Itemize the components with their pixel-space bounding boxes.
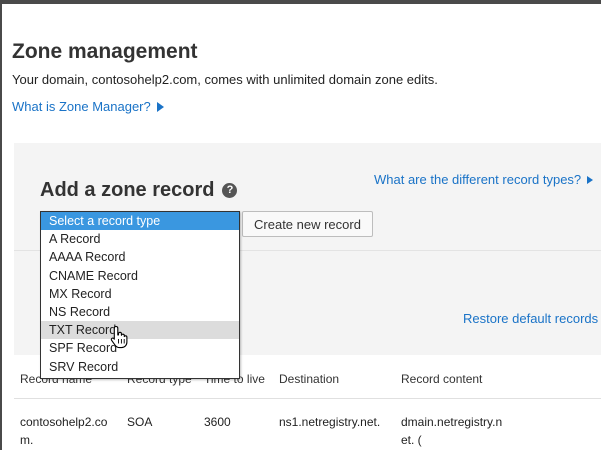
cell-record-content: dmain.netregistry.n et. ( — [401, 413, 502, 449]
record-type-option[interactable]: SRV Record — [41, 358, 239, 376]
cell-ttl: 3600 — [204, 415, 231, 429]
help-icon[interactable]: ? — [222, 183, 238, 198]
cell-record-name-line: contosohelp2.co — [20, 415, 108, 429]
add-zone-record-heading: Add a zone record ? — [40, 179, 238, 202]
record-types-link-label: What are the different record types? — [374, 172, 582, 187]
add-zone-record-title: Add a zone record — [40, 179, 215, 201]
cell-destination: ns1.netregistry.net. — [279, 415, 381, 429]
cell-record-name-line: m. — [20, 433, 34, 447]
play-arrow-icon — [156, 101, 164, 112]
column-header-destination[interactable]: Destination — [279, 372, 339, 386]
table-header-divider — [14, 398, 601, 399]
record-type-option[interactable]: Select a record type — [41, 212, 239, 231]
record-type-option[interactable]: CNAME Record — [41, 267, 239, 285]
hand-pointer-cursor-icon — [110, 325, 128, 349]
restore-default-records-link[interactable]: Restore default records — [463, 311, 598, 326]
play-arrow-icon — [587, 175, 594, 184]
record-type-option[interactable]: AAAA Record — [41, 248, 239, 266]
record-type-option[interactable]: A Record — [41, 230, 239, 248]
cell-record-content-line: dmain.netregistry.n — [401, 415, 503, 429]
column-header-record-content[interactable]: Record content — [401, 372, 482, 386]
cell-record-content-line: et. ( — [401, 433, 422, 447]
record-type-option[interactable]: MX Record — [41, 285, 239, 303]
record-type-option[interactable]: NS Record — [41, 303, 239, 321]
cell-record-name: contosohelp2.co m. — [20, 413, 107, 449]
record-types-link[interactable]: What are the different record types? — [374, 172, 594, 187]
zone-manager-link-label: What is Zone Manager? — [12, 99, 151, 114]
window-left-border — [0, 0, 2, 450]
what-is-zone-manager-link[interactable]: What is Zone Manager? — [12, 99, 164, 114]
domain-intro-text: Your domain, contosohelp2.com, comes wit… — [12, 72, 438, 87]
record-type-option[interactable]: SPF Record — [41, 339, 239, 357]
create-new-record-button[interactable]: Create new record — [242, 211, 373, 237]
record-type-option[interactable]: TXT Record — [41, 321, 239, 340]
cell-record-type: SOA — [127, 415, 153, 429]
record-type-select-listbox[interactable]: Select a record type A Record AAAA Recor… — [40, 211, 240, 379]
window-top-border — [0, 0, 601, 4]
page-title: Zone management — [12, 40, 198, 63]
